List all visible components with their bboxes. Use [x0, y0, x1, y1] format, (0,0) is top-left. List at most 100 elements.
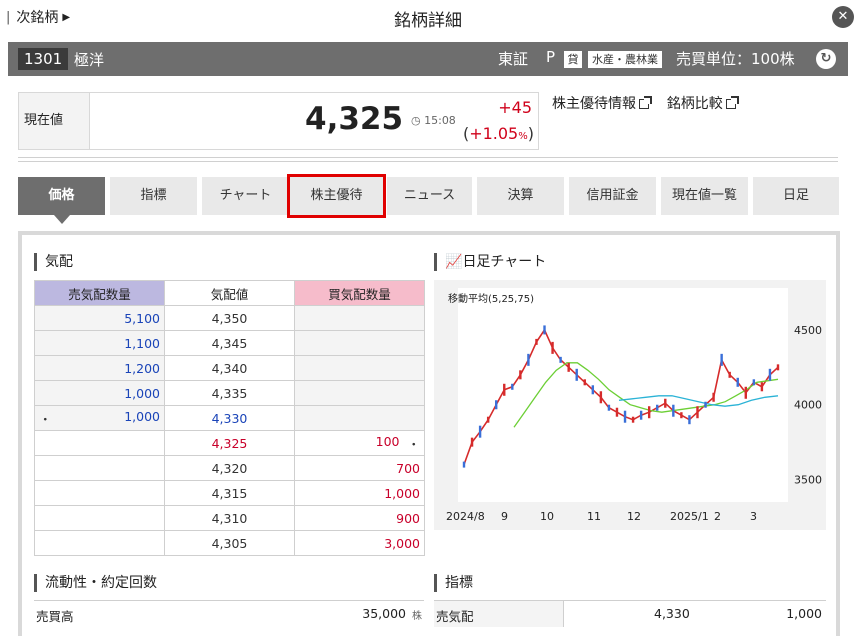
- price-change: +45: [498, 98, 532, 117]
- page-title: 銘柄詳細: [394, 11, 462, 31]
- candle-mark: [599, 391, 603, 404]
- candle-mark: [688, 415, 691, 425]
- ask-qty-cell[interactable]: [34, 430, 165, 456]
- price-value: 4,325: [305, 101, 404, 137]
- candle-mark: [559, 356, 562, 363]
- exchange-label: 東証: [498, 50, 529, 68]
- candle-mark: [503, 383, 506, 396]
- candle-mark: [567, 362, 570, 372]
- refresh-button[interactable]: ↻: [816, 49, 836, 69]
- tab-price[interactable]: 価格: [18, 177, 105, 224]
- candle-mark: [543, 325, 546, 335]
- bid-qty-cell[interactable]: [294, 405, 425, 431]
- candle-mark: [535, 338, 538, 345]
- loan-badge: 貸: [564, 51, 582, 68]
- tab-earnings[interactable]: 決算: [477, 177, 564, 215]
- bid-qty-cell[interactable]: [294, 330, 425, 356]
- tab-margin[interactable]: 信用証金: [569, 177, 656, 215]
- tab-chart[interactable]: チャート: [202, 177, 289, 215]
- bid-qty-cell[interactable]: [294, 355, 425, 381]
- ask-qty-value: 1,100: [124, 335, 160, 351]
- kehai-title: 気配: [34, 253, 73, 271]
- candle-mark: [575, 368, 578, 381]
- y-tick-label: 4500: [794, 324, 822, 337]
- tab-shareholder-benefits[interactable]: 株主優待: [287, 174, 386, 218]
- table-row: 1,100 4,345: [34, 330, 425, 356]
- chart-icon: 📈: [445, 254, 463, 270]
- volume-label: 売買高: [36, 609, 74, 624]
- bid-qty-cell[interactable]: 100 ・: [294, 430, 425, 456]
- candle-mark: [519, 370, 522, 380]
- quote-price-cell[interactable]: 4,340: [164, 355, 295, 381]
- ask-qty-cell[interactable]: [34, 530, 165, 556]
- quote-price-cell[interactable]: 4,310: [164, 505, 295, 531]
- pct-value: +1.05: [469, 124, 519, 143]
- candle-mark: [728, 371, 731, 378]
- ask-qty-value: 1,200: [124, 360, 160, 376]
- candle-mark: [656, 404, 659, 411]
- compare-label: 銘柄比較: [666, 96, 723, 112]
- tab-price-list[interactable]: 現在値一覧: [661, 177, 748, 215]
- bid-qty-cell[interactable]: 1,000: [294, 480, 425, 506]
- bid-qty-cell[interactable]: 700: [294, 455, 425, 481]
- table-row: 4,320 700: [34, 455, 425, 481]
- candle-mark: [607, 404, 611, 411]
- quote-price-cell[interactable]: 4,330: [164, 405, 295, 431]
- price-time: ◷ 15:08: [411, 114, 456, 127]
- order-book-body: 5,100 4,350 1,100 4,345 1,200 4,340 1,000 4,335…: [34, 305, 425, 556]
- table-row: 1,200 4,340: [34, 355, 425, 381]
- header-links: 株主優待情報 銘柄比較: [552, 93, 739, 113]
- candle-mark: [631, 416, 635, 423]
- yutai-info-link[interactable]: 株主優待情報: [552, 96, 652, 112]
- price-time-value: 15:08: [424, 114, 456, 127]
- quote-price-cell[interactable]: 4,345: [164, 330, 295, 356]
- table-row: 1,000 4,335: [34, 380, 425, 406]
- quote-price-cell[interactable]: 4,305: [164, 530, 295, 556]
- ask-qty-cell[interactable]: 1,100: [34, 330, 165, 356]
- candle-mark: [768, 368, 772, 381]
- x-tick-label: 2: [714, 510, 721, 523]
- ask-qty-cell[interactable]: [34, 455, 165, 481]
- clock-icon: ◷: [411, 114, 421, 127]
- bid-qty-cell[interactable]: 900: [294, 505, 425, 531]
- quote-price-cell[interactable]: 4,335: [164, 380, 295, 406]
- ask-qty-cell[interactable]: [34, 480, 165, 506]
- candle-mark: [744, 386, 747, 399]
- quote-price-cell[interactable]: 4,325: [164, 430, 295, 456]
- x-tick-label: 9: [501, 510, 508, 523]
- marker-dot: ・: [39, 411, 52, 427]
- divider: [18, 161, 838, 162]
- candle-mark: [712, 392, 715, 402]
- bid-qty-cell[interactable]: 3,000: [294, 530, 425, 556]
- volume-unit: 株: [412, 611, 422, 622]
- candle-mark: [672, 404, 675, 417]
- candle-mark: [486, 416, 490, 423]
- ask-qty-cell[interactable]: 1,000: [34, 380, 165, 406]
- ask-qty-value: 1,000: [124, 408, 160, 424]
- x-tick-label: 10: [540, 510, 554, 523]
- ask-qty-cell[interactable]: 5,100: [34, 305, 165, 331]
- ask-qty-cell[interactable]: 1,200: [34, 355, 165, 381]
- tab-indicators[interactable]: 指標: [110, 177, 197, 215]
- quote-price-cell[interactable]: 4,350: [164, 305, 295, 331]
- ask-qty-cell[interactable]: ・ 1,000: [34, 405, 165, 431]
- close-button[interactable]: ✕: [832, 6, 854, 28]
- stock-header: 1301 極洋 東証 P 貸 水産・農林業 売買単位：100株 ↻: [8, 42, 848, 76]
- bid-qty-cell[interactable]: [294, 380, 425, 406]
- table-row: 5,100 4,350: [34, 305, 425, 331]
- bid-qty-value: 900: [396, 510, 420, 526]
- ask-qty-cell[interactable]: [34, 505, 165, 531]
- candle-mark: [470, 437, 474, 447]
- tab-daily[interactable]: 日足: [753, 177, 839, 215]
- daily-chart[interactable]: 4500 4000 3500 2024/8 9 10 11 12 2025/1 2 3 移動平均(5,…: [434, 280, 826, 530]
- quote-price-cell[interactable]: 4,315: [164, 480, 295, 506]
- candle-mark: [736, 377, 739, 387]
- bid-qty-cell[interactable]: [294, 305, 425, 331]
- quote-price-cell[interactable]: 4,320: [164, 455, 295, 481]
- compare-link[interactable]: 銘柄比較: [666, 96, 739, 112]
- volume-row: 売買高 35,000 株: [34, 600, 424, 626]
- tab-news[interactable]: ニュース: [387, 177, 472, 215]
- price-label: 現在値: [19, 93, 90, 149]
- table-header-row: 売気配数量 気配値 買気配数量: [34, 280, 425, 306]
- price-header: 気配値: [164, 280, 295, 306]
